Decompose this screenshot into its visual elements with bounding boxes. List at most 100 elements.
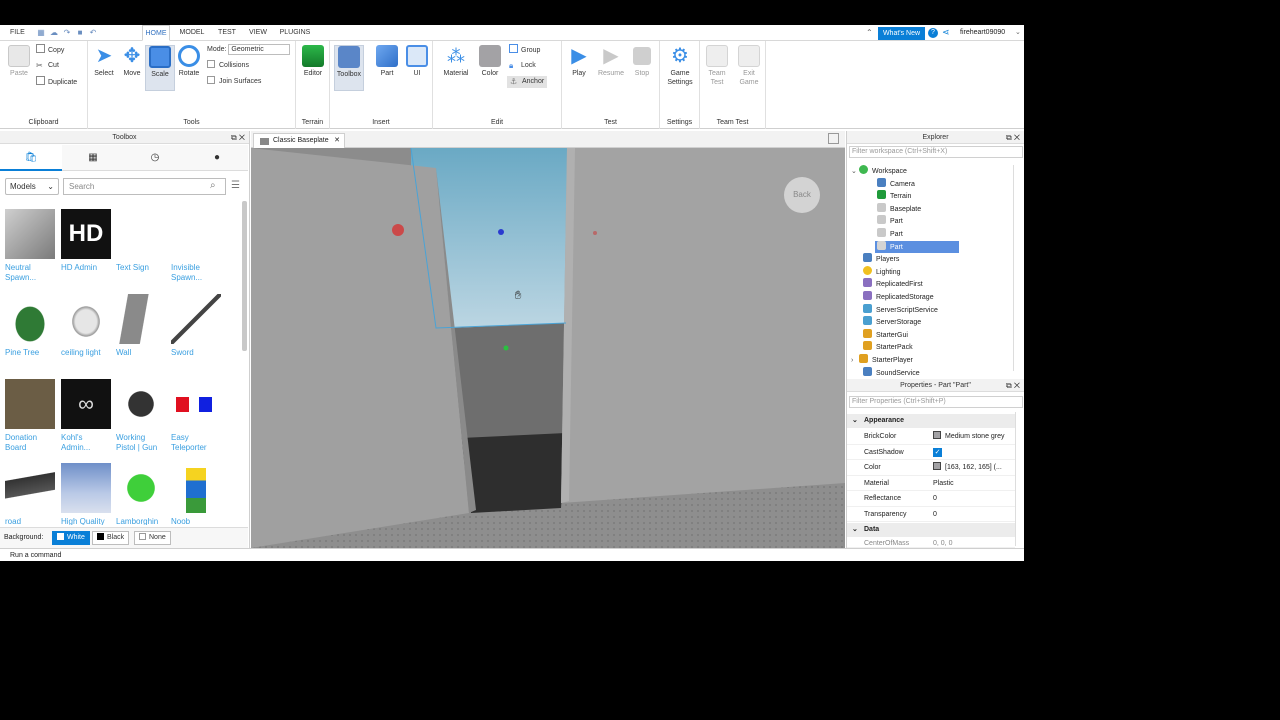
collisions-toggle[interactable]: Collisions — [207, 60, 249, 72]
expand-arrow-icon[interactable]: › — [851, 355, 859, 367]
game-settings-button[interactable]: ⚙ Game Settings — [665, 45, 695, 91]
toolbox-search-input[interactable]: Search — [63, 178, 226, 195]
explorer-scrollbar[interactable] — [1013, 165, 1021, 371]
toolbox-item[interactable]: Wall — [116, 294, 170, 374]
paste-button[interactable]: Paste — [4, 45, 34, 91]
tab-inventory[interactable]: ▦ — [62, 145, 124, 171]
undock-icon[interactable]: ⧉ — [231, 133, 237, 142]
toolbox-item[interactable]: Easy Teleporter — [171, 379, 225, 459]
terrain-editor-button[interactable]: Editor — [298, 45, 328, 91]
tree-node-part[interactable]: Part — [877, 215, 903, 228]
account-dropdown-icon[interactable]: ⌄ — [1015, 27, 1021, 39]
tree-node-part[interactable]: Part — [877, 228, 903, 241]
move-tool-button[interactable]: ✥ Move — [117, 45, 147, 91]
tree-node-serverstorage[interactable]: ServerStorage — [863, 316, 921, 329]
username-label[interactable]: fireheart09090 — [960, 27, 1005, 39]
color-button[interactable]: Color — [475, 45, 505, 91]
scale-handle-blue[interactable] — [498, 229, 504, 235]
tree-node-starterpack[interactable]: StarterPack — [863, 341, 913, 354]
toolbox-item[interactable]: Invisible Spawn... — [171, 209, 225, 289]
toolbox-item[interactable]: Noob — [171, 463, 225, 525]
exit-game-button[interactable]: Exit Game — [734, 45, 764, 91]
tab-marketplace[interactable]: 🛍︎ — [0, 145, 62, 171]
stop-button[interactable]: Stop — [627, 45, 657, 91]
tab-model[interactable]: MODEL — [176, 25, 208, 41]
bg-white-option[interactable]: White — [52, 531, 90, 545]
property-row-brickcolor[interactable]: BrickColor Medium stone grey — [847, 429, 1015, 445]
property-row-material[interactable]: Material Plastic — [847, 476, 1015, 491]
collisions-checkbox[interactable] — [207, 60, 215, 68]
play-button[interactable]: ▶ Play — [564, 45, 594, 91]
lock-button[interactable]: 🔒︎ Lock — [509, 60, 536, 72]
close-icon[interactable]: ✕ — [1014, 133, 1020, 142]
3d-viewport[interactable]: ✋︎ Back — [251, 148, 845, 548]
save-icon[interactable]: ▦ — [36, 28, 46, 38]
rotate-tool-button[interactable]: Rotate — [174, 45, 204, 91]
scale-tool-button[interactable]: Scale — [145, 45, 175, 91]
toolbox-item[interactable]: High Quality — [61, 463, 115, 525]
toolbox-button[interactable]: Toolbox — [334, 45, 364, 91]
property-row-centerofmass[interactable]: CenterOfMass 0, 0, 0 — [847, 538, 1015, 548]
toolbox-item[interactable]: Donation Board — [5, 379, 59, 459]
material-button[interactable]: ⁂ Material — [441, 45, 471, 91]
castshadow-checkbox[interactable]: ✓ — [933, 447, 942, 457]
mode-dropdown[interactable]: Geometric — [228, 44, 291, 55]
join-surfaces-toggle[interactable]: Join Surfaces — [207, 76, 261, 88]
scale-handle-green[interactable] — [503, 345, 509, 351]
tree-node-players[interactable]: Players — [863, 253, 899, 266]
close-icon[interactable]: ✕ — [239, 133, 245, 142]
toolbox-item[interactable]: road — [5, 463, 59, 525]
tree-node-camera[interactable]: Camera — [877, 177, 915, 191]
redo-icon[interactable]: ↷ — [62, 28, 72, 38]
tree-node-baseplate[interactable]: Baseplate — [877, 202, 921, 216]
toolbox-item[interactable]: HD HD Admin — [61, 209, 115, 289]
scale-handle-red-far[interactable] — [593, 231, 597, 235]
properties-filter-input[interactable]: Filter Properties (Ctrl+Shift+P) — [849, 396, 1023, 408]
toolbox-item[interactable]: Pine Tree — [5, 294, 59, 374]
toolbox-item[interactable]: Lamborghin — [116, 463, 170, 525]
property-row-color[interactable]: Color [163, 162, 165] (... — [847, 460, 1015, 476]
select-tool-button[interactable]: ➤ Select — [89, 45, 119, 91]
insert-part-button[interactable]: Part — [372, 45, 402, 91]
tree-node-startergui[interactable]: StarterGui — [863, 328, 908, 342]
property-row-transparency[interactable]: Transparency 0 — [847, 507, 1015, 522]
close-tab-icon[interactable]: ✕ — [334, 134, 340, 148]
cut-button[interactable]: ✂ Cut — [36, 60, 59, 72]
scale-handle-red[interactable] — [392, 224, 404, 236]
tab-creations[interactable]: ● — [186, 145, 248, 171]
tree-node-replicatedstorage[interactable]: ReplicatedStorage — [863, 291, 934, 304]
tab-test[interactable]: TEST — [214, 25, 240, 41]
bg-black-option[interactable]: Black — [92, 531, 130, 545]
property-row-castshadow[interactable]: CastShadow ✓ — [847, 445, 1015, 460]
undock-icon[interactable]: ⧉ — [1006, 133, 1012, 142]
fullscreen-icon[interactable] — [828, 133, 839, 144]
toolbox-item[interactable]: ceiling light — [61, 294, 115, 374]
copy-button[interactable]: Copy — [36, 44, 64, 56]
close-icon[interactable]: ✕ — [1014, 381, 1020, 390]
property-row-reflectance[interactable]: Reflectance 0 — [847, 491, 1015, 507]
toolbox-item[interactable]: Neutral Spawn... — [5, 209, 59, 289]
filter-icon[interactable]: ☰ — [231, 180, 240, 191]
tree-node-workspace[interactable]: ⌄ Workspace — [851, 165, 907, 178]
resume-button[interactable]: ▶ Resume — [596, 45, 626, 91]
tab-view[interactable]: VIEW — [245, 25, 271, 41]
collapse-arrow-icon[interactable]: ⌄ — [851, 166, 859, 178]
toolbox-item[interactable]: Text Sign — [116, 209, 170, 289]
file-menu[interactable]: FILE — [4, 27, 31, 39]
duplicate-button[interactable]: Duplicate — [36, 76, 77, 88]
bg-none-option[interactable]: None — [134, 531, 171, 545]
toolbox-item[interactable]: Working Pistol | Gun — [116, 379, 170, 459]
team-test-button[interactable]: Team Test — [702, 45, 732, 91]
tree-node-part-selected[interactable]: Part — [875, 240, 959, 254]
explorer-filter-input[interactable]: Filter workspace (Ctrl+Shift+X) — [849, 146, 1023, 158]
category-dropdown[interactable]: Models ⌄ — [5, 178, 59, 195]
tree-node-terrain[interactable]: Terrain — [877, 190, 911, 203]
up-arrow-icon[interactable]: ⌃ — [866, 27, 873, 39]
tree-node-replicatedfirst[interactable]: ReplicatedFirst — [863, 278, 923, 291]
insert-ui-button[interactable]: UI — [402, 45, 432, 91]
section-appearance[interactable]: ⌄ Appearance — [847, 414, 1015, 428]
tree-node-serverscriptservice[interactable]: ServerScriptService — [863, 303, 938, 317]
tree-node-lighting[interactable]: Lighting — [863, 265, 901, 279]
tab-recent[interactable]: ◷ — [124, 145, 186, 171]
tab-home[interactable]: HOME — [142, 25, 170, 41]
